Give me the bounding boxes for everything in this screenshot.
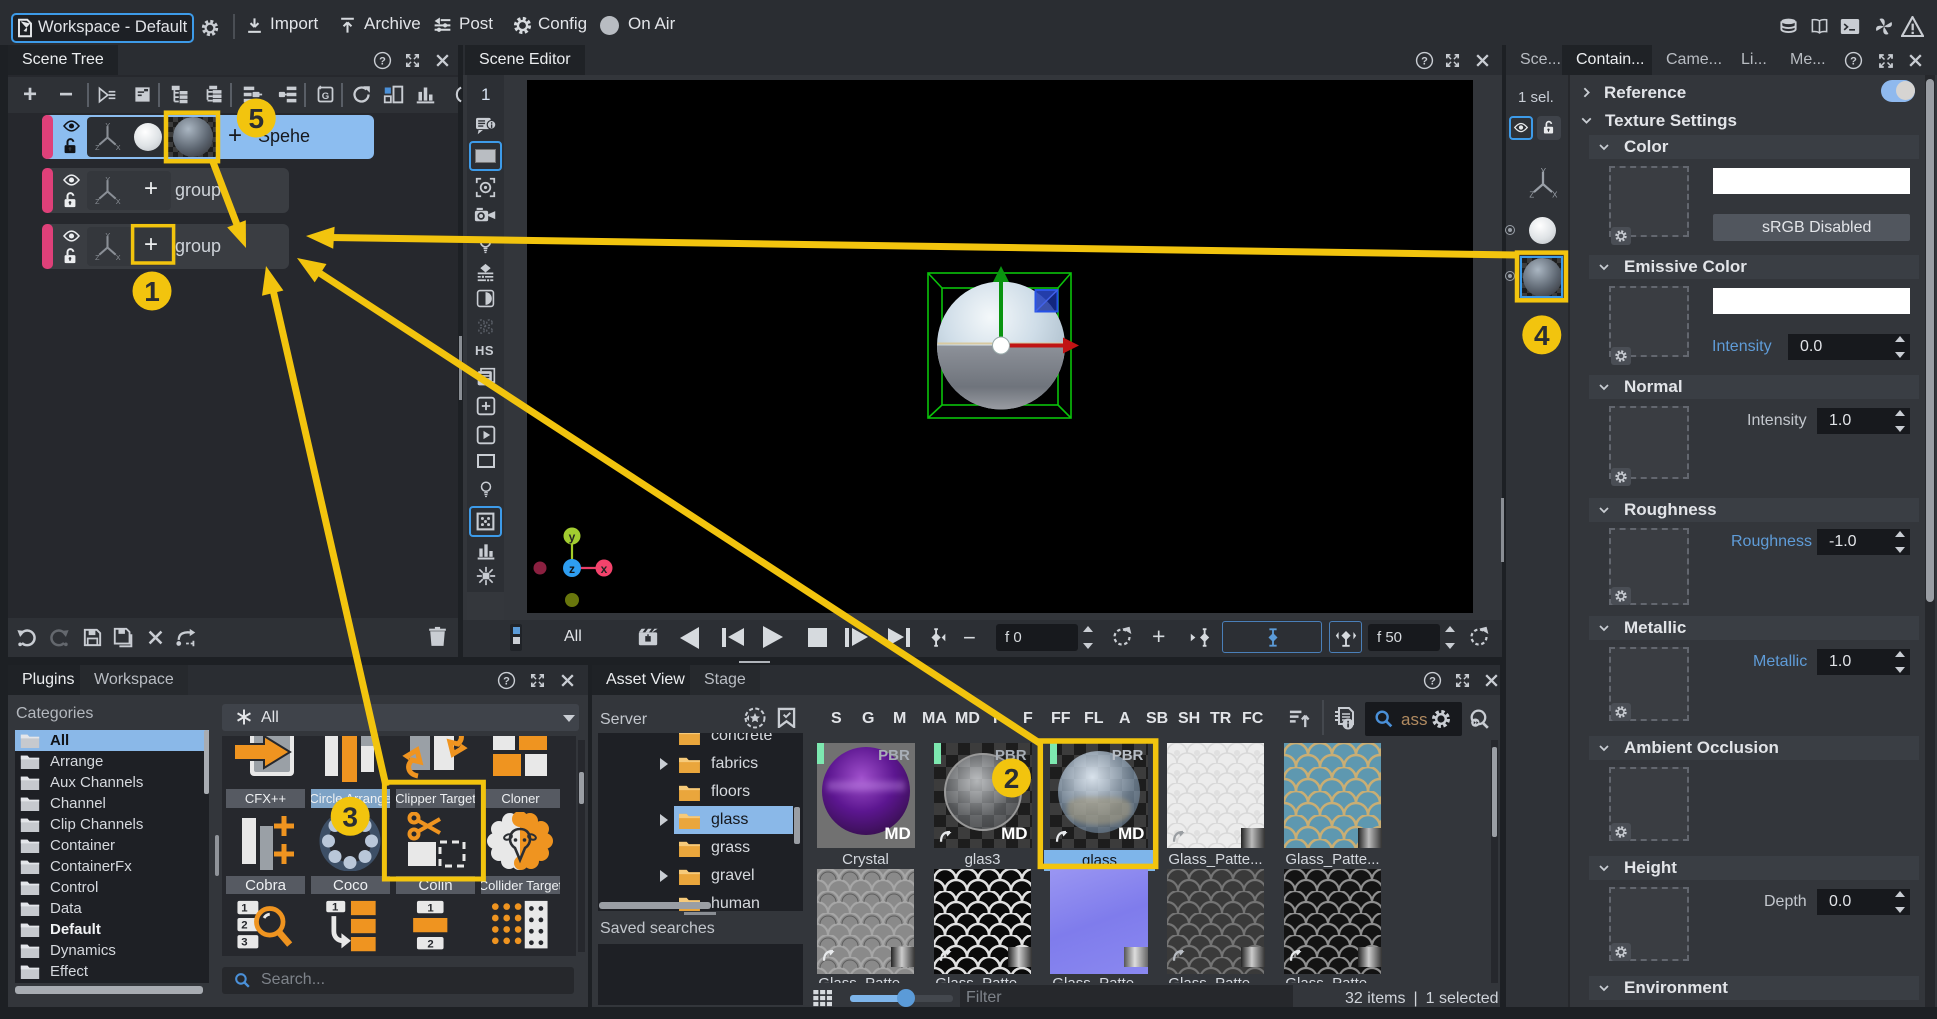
svg-text:G: G <box>322 91 329 102</box>
svg-text:1: 1 <box>332 901 339 913</box>
svg-text:x: x <box>601 562 608 576</box>
svg-text:3: 3 <box>241 937 247 949</box>
svg-text:1: 1 <box>241 902 248 914</box>
svg-text:2: 2 <box>427 938 433 950</box>
svg-text:1: 1 <box>427 902 434 914</box>
svg-text:z: z <box>569 562 575 576</box>
svg-text:y: y <box>569 530 576 544</box>
svg-text:2: 2 <box>241 919 247 931</box>
